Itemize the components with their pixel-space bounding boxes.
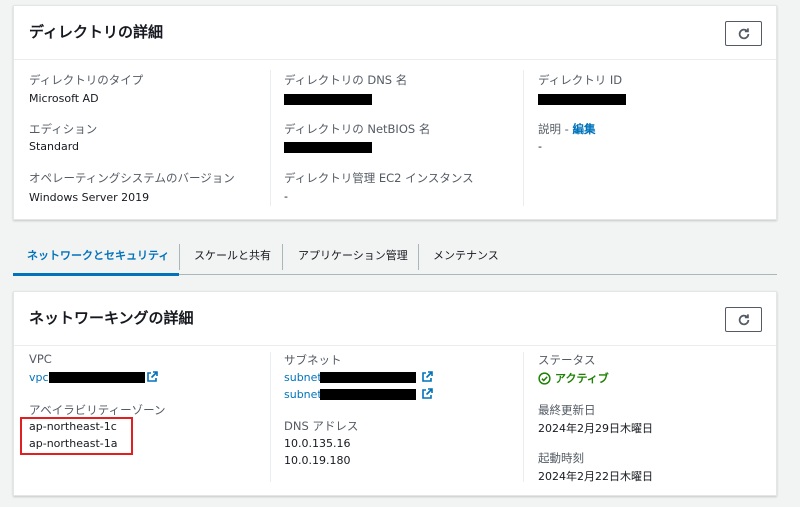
directory-refresh-button[interactable] xyxy=(725,21,762,46)
tab-divider xyxy=(282,244,283,270)
directory-type-label: ディレクトリのタイプ xyxy=(29,73,144,87)
column-divider xyxy=(523,352,524,482)
status-label: ステータス xyxy=(538,353,596,367)
tab-network-security[interactable]: ネットワークとセキュリティ xyxy=(13,241,179,276)
os-version-value: Windows Server 2019 xyxy=(29,191,150,204)
netbios-name-label: ディレクトリの NetBIOS 名 xyxy=(284,122,431,136)
description-label-text: 説明 - xyxy=(538,122,573,136)
tab-divider xyxy=(418,244,419,270)
external-link-icon[interactable] xyxy=(421,388,433,400)
last-updated-value: 2024年2月29日木曜日 xyxy=(538,422,653,435)
tab-scale-sharing[interactable]: スケールと共有 xyxy=(194,241,271,275)
details-tabs: ネットワークとセキュリティ スケールと共有 アプリケーション管理 メンテナンス xyxy=(13,241,777,276)
launch-time-value: 2024年2月22日木曜日 xyxy=(538,470,653,483)
redacted-subnet-id xyxy=(320,372,416,383)
status-value: アクティブ xyxy=(555,372,609,385)
status-badge: アクティブ xyxy=(538,370,609,386)
edition-label: エディション xyxy=(29,122,98,136)
availability-zone-label: アベイラビリティーゾーン xyxy=(29,403,166,417)
edition-value: Standard xyxy=(29,140,80,153)
directory-id-label: ディレクトリ ID xyxy=(538,73,623,87)
column-divider xyxy=(270,70,271,206)
redacted-vpc-id xyxy=(49,372,145,383)
last-updated-label: 最終更新日 xyxy=(538,403,596,417)
dns-address-label: DNS アドレス xyxy=(284,419,359,433)
os-version-label: オペレーティングシステムのバージョン xyxy=(29,171,235,185)
description-label: 説明 - 編集 xyxy=(538,121,595,137)
directory-details-title: ディレクトリの詳細 xyxy=(29,23,163,41)
vpc-label: VPC xyxy=(29,352,52,366)
refresh-icon xyxy=(738,313,749,325)
redacted-subnet-id xyxy=(320,389,416,400)
column-divider xyxy=(523,70,524,206)
description-edit-link[interactable]: 編集 xyxy=(572,122,595,136)
networking-details-panel: ネットワーキングの詳細 VPC vpc- アベイラビリティーゾーン ap-nor… xyxy=(13,291,777,496)
external-link-icon[interactable] xyxy=(146,371,158,383)
refresh-icon xyxy=(738,27,749,39)
description-value: - xyxy=(538,140,542,153)
ec2-instances-label: ディレクトリ管理 EC2 インスタンス xyxy=(284,171,474,185)
subnet-label: サブネット xyxy=(284,353,342,367)
tab-application-management[interactable]: アプリケーション管理 xyxy=(298,241,408,275)
directory-details-header: ディレクトリの詳細 xyxy=(14,6,776,60)
redacted-directory-id xyxy=(538,94,626,105)
networking-details-title: ネットワーキングの詳細 xyxy=(29,309,194,327)
directory-details-panel: ディレクトリの詳細 ディレクトリのタイプ Microsoft AD エディション… xyxy=(13,5,777,220)
tab-maintenance[interactable]: メンテナンス xyxy=(433,241,499,275)
networking-details-header: ネットワーキングの詳細 xyxy=(14,292,776,346)
ec2-instances-value: - xyxy=(284,190,288,203)
networking-refresh-button[interactable] xyxy=(725,307,762,332)
tab-divider xyxy=(179,244,180,270)
redacted-dns-name xyxy=(284,94,372,105)
dns-address-value: 10.0.135.16 xyxy=(284,437,351,450)
dns-name-label: ディレクトリの DNS 名 xyxy=(284,73,408,87)
column-divider xyxy=(270,352,271,482)
availability-zone-highlight xyxy=(20,417,133,455)
directory-type-value: Microsoft AD xyxy=(29,92,99,105)
launch-time-label: 起動時刻 xyxy=(538,451,584,465)
dns-address-value: 10.0.19.180 xyxy=(284,454,351,467)
external-link-icon[interactable] xyxy=(421,371,433,383)
status-check-icon xyxy=(538,371,551,385)
redacted-netbios-name xyxy=(284,142,372,153)
